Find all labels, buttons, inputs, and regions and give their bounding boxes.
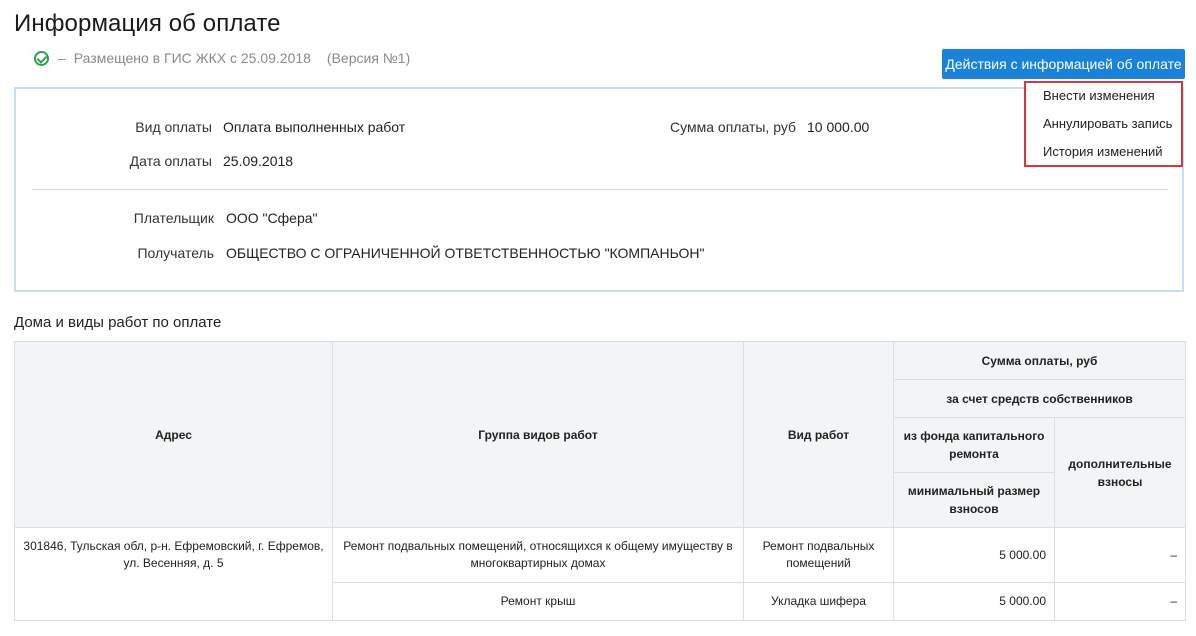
min-contribution-cell: 5 000.00 — [893, 527, 1055, 583]
column-header-additional: дополнительные взносы — [1054, 417, 1186, 528]
column-header-work-type: Вид работ — [743, 341, 894, 528]
version-label: (Версия №1) — [326, 50, 411, 66]
section-title: Дома и виды работ по оплате — [14, 314, 222, 331]
column-header-owners-funds: за счет средств собственников — [893, 379, 1186, 418]
card-divider — [32, 189, 1168, 190]
page-title: Информация об оплате — [14, 10, 281, 37]
payer-value: ООО "Сфера" — [226, 210, 318, 226]
address-cell: 301846, Тульская обл, р-н. Ефремовский, … — [14, 527, 333, 621]
column-header-work-group: Группа видов работ — [332, 341, 744, 528]
column-header-min-contribution: минимальный размер взносов — [893, 472, 1055, 528]
menu-item-history[interactable]: История изменений — [1026, 144, 1181, 172]
payment-info-card: Вид оплаты Оплата выполненных работ Дата… — [14, 87, 1184, 292]
recipient-label: Получатель — [137, 245, 214, 261]
actions-button[interactable]: Действия с информацией об оплате — [942, 49, 1185, 79]
payment-type-label: Вид оплаты — [135, 119, 212, 135]
work-type-cell: Укладка шифера — [743, 582, 894, 621]
additional-cell: – — [1054, 582, 1186, 621]
actions-dropdown-menu: Внести изменения Аннулировать запись Ист… — [1024, 81, 1183, 167]
min-contribution-cell: 5 000.00 — [893, 582, 1055, 621]
payment-type-value: Оплата выполненных работ — [223, 119, 406, 135]
amount-value: 10 000.00 — [807, 119, 870, 135]
additional-cell: – — [1054, 527, 1186, 583]
status-line: – Размещено в ГИС ЖКХ с 25.09.2018 (Верс… — [34, 50, 410, 66]
payment-date-value: 25.09.2018 — [223, 153, 294, 169]
menu-item-cancel-record[interactable]: Аннулировать запись — [1026, 116, 1181, 144]
work-type-cell: Ремонт подвальных помещений — [743, 527, 894, 583]
work-group-cell: Ремонт подвальных помещений, относящихся… — [332, 527, 744, 583]
menu-item-edit[interactable]: Внести изменения — [1026, 88, 1181, 116]
works-table: Адрес Группа видов работ Вид работ Сумма… — [14, 341, 1186, 621]
column-header-address: Адрес — [14, 341, 333, 528]
amount-label: Сумма оплаты, руб — [670, 119, 796, 135]
column-header-amount: Сумма оплаты, руб — [893, 341, 1186, 380]
check-circle-icon — [34, 50, 49, 66]
table-row: 301846, Тульская обл, р-н. Ефремовский, … — [14, 527, 1186, 621]
payer-label: Плательщик — [133, 210, 214, 226]
column-header-capital-fund: из фонда капитального ремонта — [893, 417, 1055, 473]
work-group-cell: Ремонт крыш — [332, 582, 744, 621]
payment-date-label: Дата оплаты — [129, 153, 212, 169]
status-dash: – — [58, 50, 66, 66]
status-text: Размещено в ГИС ЖКХ с 25.09.2018 — [73, 50, 311, 66]
recipient-value: ОБЩЕСТВО С ОГРАНИЧЕННОЙ ОТВЕТСТВЕННОСТЬЮ… — [226, 245, 705, 261]
